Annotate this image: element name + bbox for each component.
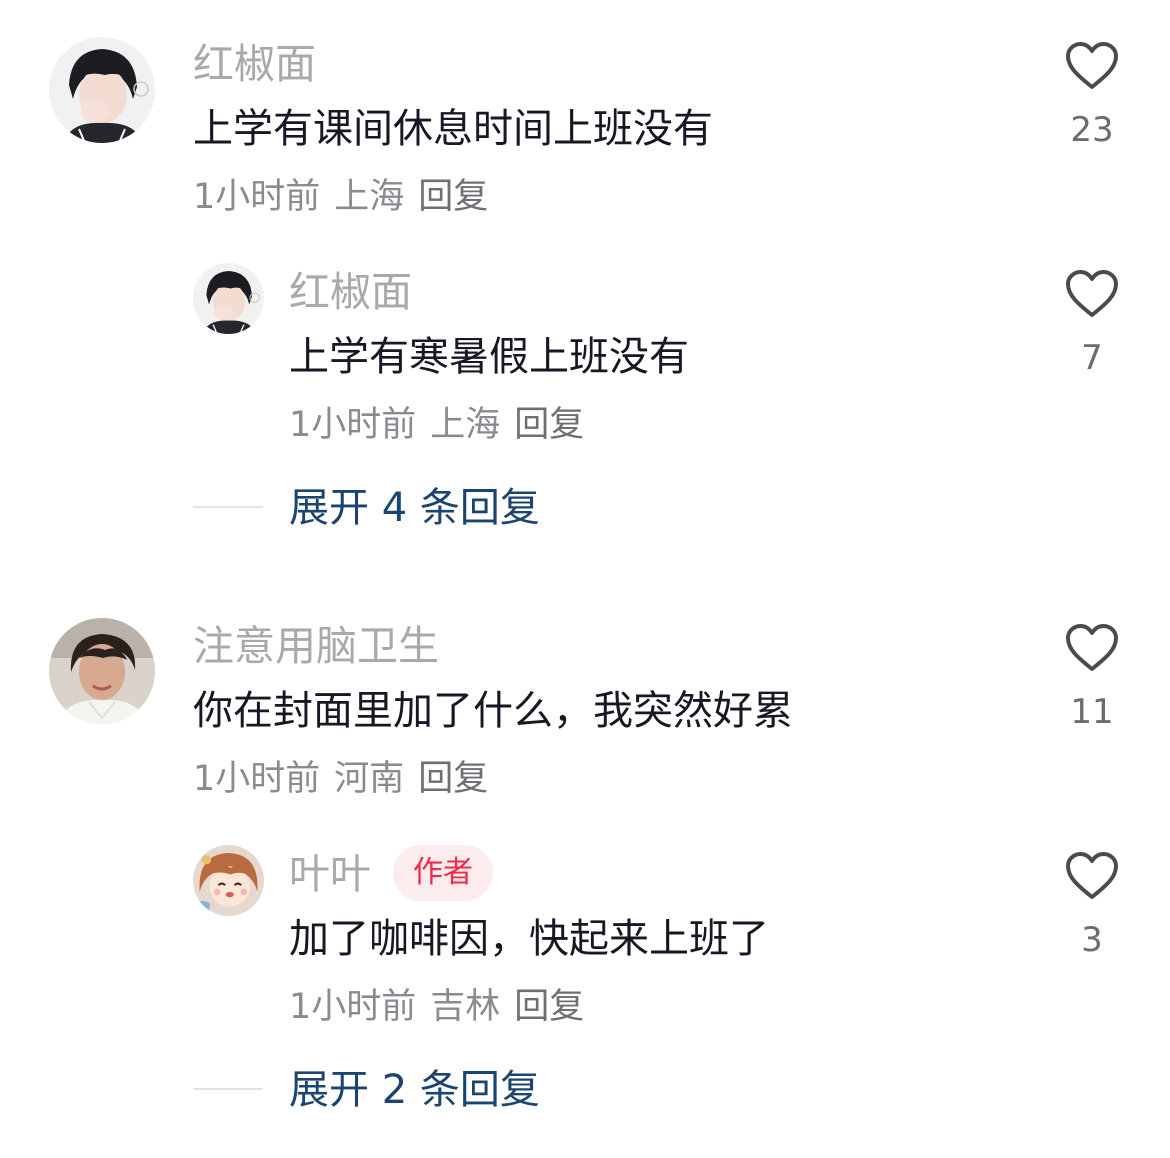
reply-text: 加了咖啡因，快起来上班了 <box>289 916 769 962</box>
author-badge: 作者 <box>393 845 493 901</box>
comment-meta: 1小时前 上海 回复 <box>193 176 502 218</box>
anime-boy-avatar[interactable] <box>193 263 264 334</box>
like-count: 11 <box>1070 692 1114 732</box>
expand-replies-button[interactable]: 展开 4 条回复 <box>289 484 540 532</box>
comment-location: 河南 <box>334 759 405 799</box>
reply-button[interactable]: 回复 <box>418 759 488 799</box>
reply-text: 上学有寒暑假上班没有 <box>289 334 689 380</box>
comment-time: 1小时前 <box>193 759 321 799</box>
comment-username[interactable]: 红椒面 <box>193 40 316 88</box>
like-count: 3 <box>1081 920 1103 960</box>
comment-text: 你在封面里加了什么，我突然好累 <box>193 688 793 734</box>
reply-time: 1小时前 <box>289 987 417 1027</box>
reply-username[interactable]: 红椒面 <box>289 268 412 316</box>
expand-divider <box>193 506 263 508</box>
reply-meta: 1小时前 上海 回复 <box>289 404 598 446</box>
like-count: 7 <box>1081 338 1103 378</box>
like-count: 23 <box>1070 110 1114 150</box>
heart-icon[interactable] <box>1065 851 1119 901</box>
reply-button[interactable]: 回复 <box>514 987 584 1027</box>
reply-time: 1小时前 <box>289 405 417 445</box>
woman-photo-avatar[interactable] <box>49 618 155 724</box>
reply-username[interactable]: 叶叶 <box>289 850 371 898</box>
anime-boy-avatar[interactable] <box>49 37 155 143</box>
comment-text: 上学有课间休息时间上班没有 <box>193 106 713 152</box>
reply-meta: 1小时前 吉林 回复 <box>289 986 598 1028</box>
expand-replies-button[interactable]: 展开 2 条回复 <box>289 1066 540 1114</box>
comment-meta: 1小时前 河南 回复 <box>193 758 502 800</box>
comment-location: 上海 <box>334 177 405 217</box>
heart-icon[interactable] <box>1065 41 1119 91</box>
reply-location: 吉林 <box>430 987 501 1027</box>
heart-icon[interactable] <box>1065 269 1119 319</box>
reply-button[interactable]: 回复 <box>514 405 584 445</box>
heart-icon[interactable] <box>1065 623 1119 673</box>
expand-divider <box>193 1088 263 1090</box>
reply-location: 上海 <box>430 405 501 445</box>
comment-username[interactable]: 注意用脑卫生 <box>193 622 439 670</box>
comment-time: 1小时前 <box>193 177 321 217</box>
reply-button[interactable]: 回复 <box>418 177 488 217</box>
cartoon-girl-avatar[interactable] <box>193 845 264 916</box>
